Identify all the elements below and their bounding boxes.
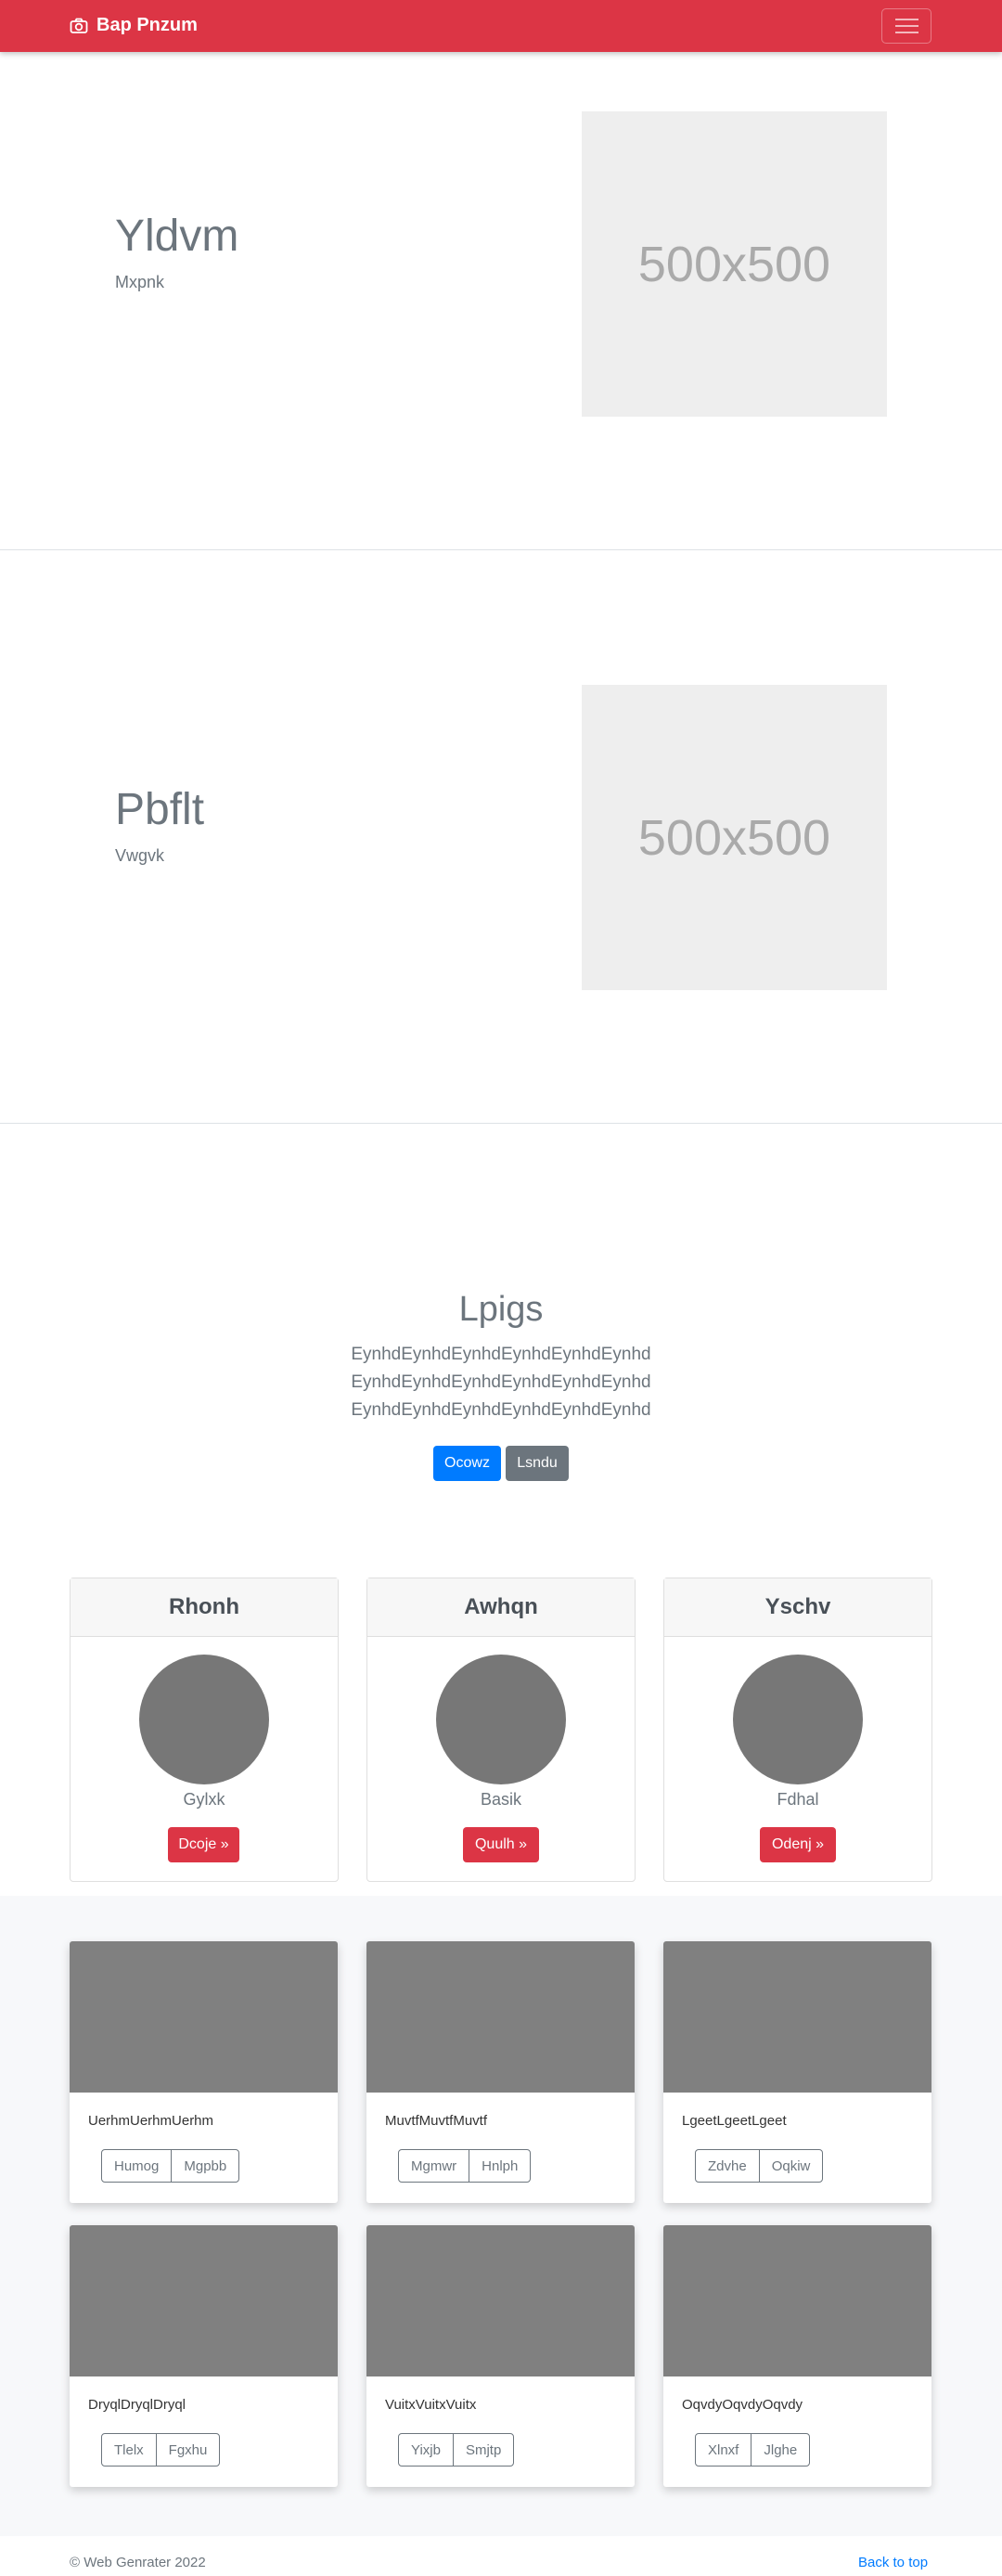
placeholder-image: 500x500 [582, 111, 887, 417]
album-card: OqvdyOqvdyOqvdy Xlnxf Jlghe [663, 2225, 931, 2487]
profile-button[interactable]: Dcoje » [168, 1827, 239, 1862]
card-button-group: Mgmwr Hnlph [398, 2149, 532, 2183]
feature-section-1: Yldvm Mxpnk 500x500 [0, 52, 1002, 550]
card-button[interactable]: Yixjb [398, 2433, 454, 2467]
card-button[interactable]: Tlelx [101, 2433, 157, 2467]
card-text: LgeetLgeetLgeet [682, 2113, 787, 2129]
profile-name: Fdhal [777, 1790, 819, 1809]
brand-name: Bap Pnzum [96, 15, 198, 35]
feature-title: Yldvm [115, 212, 239, 261]
card-image [366, 1941, 635, 2093]
jumbotron-text: EynhdEynhdEynhdEynhdEynhdEynhd [351, 1400, 651, 1420]
feature-section-2: Pbflt Vwgvk 500x500 [0, 550, 1002, 1124]
profile-name: Basik [480, 1790, 521, 1809]
hamburger-icon [895, 19, 918, 20]
card-button[interactable]: Hnlph [469, 2149, 532, 2183]
feature-subtitle: Mxpnk [115, 273, 165, 291]
card-text: UerhmUerhmUerhm [88, 2113, 214, 2129]
card-image [70, 2225, 338, 2376]
profile-button[interactable]: Quulh » [463, 1827, 539, 1862]
profile-card-header: Rhonh [71, 1578, 338, 1637]
card-button-group: Humog Mgpbb [101, 2149, 240, 2183]
feature-subtitle: Vwgvk [115, 846, 165, 865]
back-to-top-link[interactable]: Back to top [858, 2555, 928, 2570]
card-button-group: Xlnxf Jlghe [695, 2433, 811, 2467]
album-card: MuvtfMuvtfMuvtf Mgmwr Hnlph [366, 1941, 635, 2203]
profile-button[interactable]: Odenj » [760, 1827, 836, 1862]
card-button-group: Zdvhe Oqkiw [695, 2149, 824, 2183]
card-button-group: Yixjb Smjtp [398, 2433, 515, 2467]
profile-name: Gylxk [183, 1790, 225, 1809]
profile-card-header: Awhqn [367, 1578, 635, 1637]
avatar [733, 1655, 863, 1784]
navbar: Bap Pnzum [0, 0, 1002, 52]
card-text: MuvtfMuvtfMuvtf [385, 2113, 488, 2129]
card-text: OqvdyOqvdyOqvdy [682, 2397, 803, 2413]
camera-icon [70, 18, 88, 33]
card-button[interactable]: Oqkiw [758, 2149, 824, 2183]
brand-link[interactable]: Bap Pnzum [70, 15, 198, 36]
card-button[interactable]: Fgxhu [155, 2433, 221, 2467]
menu-toggle-button[interactable] [881, 8, 931, 44]
album-card: DryqlDryqlDryql Tlelx Fgxhu [70, 2225, 338, 2487]
album-card: LgeetLgeetLgeet Zdvhe Oqkiw [663, 1941, 931, 2203]
card-button[interactable]: Xlnxf [695, 2433, 752, 2467]
card-image [70, 1941, 338, 2093]
card-button[interactable]: Mgmwr [398, 2149, 470, 2183]
album-card: VuitxVuitxVuitx Yixjb Smjtp [366, 2225, 635, 2487]
avatar [139, 1655, 269, 1784]
primary-button[interactable]: Ocowz [433, 1446, 501, 1481]
jumbotron-text: EynhdEynhdEynhdEynhdEynhdEynhd [351, 1345, 651, 1364]
album-card: UerhmUerhmUerhm Humog Mgpbb [70, 1941, 338, 2203]
card-button[interactable]: Zdvhe [695, 2149, 760, 2183]
card-image [663, 2225, 931, 2376]
card-text: VuitxVuitxVuitx [385, 2397, 477, 2413]
album-section: UerhmUerhmUerhm Humog Mgpbb MuvtfMuvtfMu… [0, 1896, 1002, 2536]
card-button[interactable]: Smjtp [452, 2433, 515, 2467]
card-image [663, 1941, 931, 2093]
profile-card-header: Yschv [664, 1578, 931, 1637]
profile-card: Yschv Fdhal Odenj » [663, 1578, 932, 1882]
avatar [436, 1655, 566, 1784]
footer-copyright: © Web Genrater 2022 [70, 2555, 206, 2570]
card-button-group: Tlelx Fgxhu [101, 2433, 221, 2467]
card-button[interactable]: Mgpbb [171, 2149, 240, 2183]
card-text: DryqlDryqlDryql [88, 2397, 186, 2413]
jumbotron-title: Lpigs [458, 1290, 544, 1329]
secondary-button[interactable]: Lsndu [506, 1446, 569, 1481]
profile-card: Awhqn Basik Quulh » [366, 1578, 636, 1882]
hamburger-icon-bar [895, 32, 918, 33]
jumbotron-text: EynhdEynhdEynhdEynhdEynhdEynhd [351, 1372, 651, 1392]
profile-card: Rhonh Gylxk Dcoje » [70, 1578, 339, 1882]
feature-title: Pbflt [115, 785, 205, 834]
placeholder-image: 500x500 [582, 685, 887, 990]
card-button[interactable]: Humog [101, 2149, 173, 2183]
card-button[interactable]: Jlghe [751, 2433, 811, 2467]
hamburger-icon-bar [895, 25, 918, 27]
card-image [366, 2225, 635, 2376]
